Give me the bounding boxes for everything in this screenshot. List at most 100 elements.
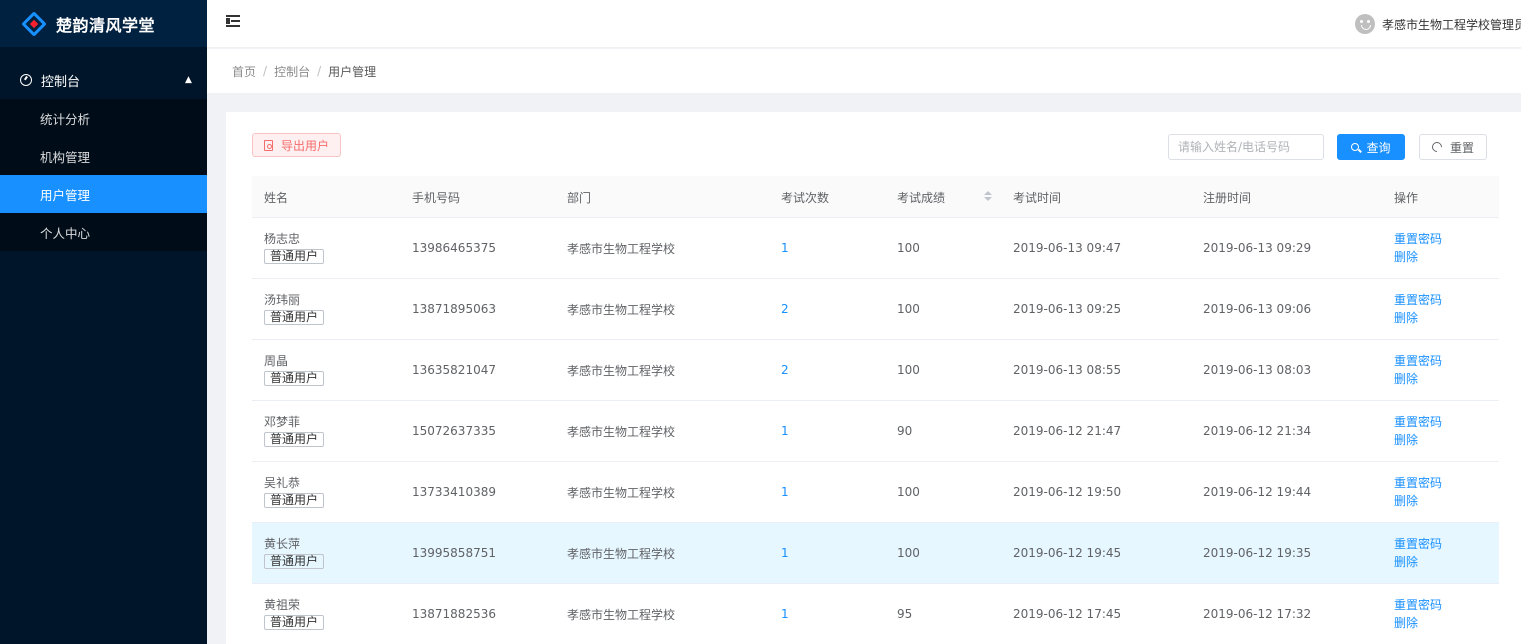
register-time-cell: 2019-06-12 19:44: [1203, 485, 1312, 499]
logo[interactable]: 楚韵清风学堂: [0, 0, 207, 47]
exam-time-cell: 2019-06-12 19:45: [1013, 546, 1122, 560]
exam-count-link[interactable]: 1: [781, 401, 789, 461]
top-header: 孝感市生物工程学校管理员: [207, 0, 1521, 48]
role-tag: 普通用户: [264, 493, 325, 508]
sidebar-item-label: 机构管理: [40, 149, 91, 165]
delete-link[interactable]: 删除: [1394, 431, 1418, 449]
query-label: 查询: [1366, 140, 1391, 155]
sidebar-item-organizations[interactable]: 机构管理: [0, 137, 207, 175]
reset-password-link[interactable]: 重置密码: [1394, 596, 1442, 614]
exam-count-link[interactable]: 1: [781, 584, 789, 644]
avatar-icon: [1355, 14, 1375, 34]
name-cell: 黄祖荣 普通用户: [264, 584, 325, 644]
user-menu[interactable]: 孝感市生物工程学校管理员: [1355, 14, 1521, 34]
score-cell: 100: [897, 546, 920, 560]
reset-password-link[interactable]: 重置密码: [1394, 535, 1442, 553]
export-users-button[interactable]: 导出用户: [252, 133, 342, 157]
reset-password-link[interactable]: 重置密码: [1394, 352, 1442, 370]
sidebar-item-label: 个人中心: [40, 225, 91, 241]
sidebar-item-label: 统计分析: [40, 111, 91, 127]
pdf-file-icon: [264, 139, 273, 151]
register-time-cell: 2019-06-13 08:03: [1203, 363, 1312, 377]
phone-cell: 15072637335: [412, 424, 496, 438]
column-header-score[interactable]: 考试成绩: [897, 176, 945, 218]
name-cell: 邓梦菲 普通用户: [264, 401, 325, 461]
delete-link[interactable]: 删除: [1394, 309, 1418, 327]
sort-icon[interactable]: [984, 191, 992, 203]
query-button[interactable]: 查询: [1337, 134, 1405, 160]
table-body: 杨志忠普通用户 13986465375 孝感市生物工程学校 1 100 2019-06-1…: [252, 218, 1499, 644]
exam-count-link[interactable]: 1: [781, 523, 789, 583]
sidebar-item-statistics[interactable]: 统计分析: [0, 99, 207, 137]
table-row: 周晶 普通用户 13635821047 孝感市生物工程学校 2 100 2019-06-13…: [252, 340, 1499, 401]
actions-cell: 重置密码 删除: [1394, 462, 1442, 522]
exam-time-cell: 2019-06-12 17:45: [1013, 607, 1122, 621]
exam-time-cell: 2019-06-13 09:47: [1013, 241, 1122, 255]
actions-cell: 重置密码 删除: [1394, 340, 1442, 400]
score-cell: 100: [897, 241, 920, 255]
exam-count-link[interactable]: 1: [781, 462, 789, 522]
delete-link[interactable]: 删除: [1394, 492, 1418, 510]
table-row: 邓梦菲 普通用户 15072637335 孝感市生物工程学校 1 90 2019-06-12…: [252, 401, 1499, 462]
table-row: 汤玮丽 普通用户 13871895063 孝感市生物工程学校 2 100 2019-06-1…: [252, 279, 1499, 340]
reset-button[interactable]: 重置: [1419, 134, 1487, 160]
department-cell: 孝感市生物工程学校: [567, 546, 676, 561]
reset-password-link[interactable]: 重置密码: [1394, 291, 1442, 309]
actions-cell: 重置密码 删除: [1394, 523, 1442, 583]
role-tag: 普通用户: [264, 615, 325, 630]
reset-password-link[interactable]: 重置密码: [1394, 413, 1442, 431]
actions-cell: 重置密码 删除: [1394, 584, 1442, 644]
breadcrumb-current: 用户管理: [328, 64, 377, 79]
name-cell: 黄长萍 普通用户: [264, 523, 325, 583]
exam-count-link[interactable]: 2: [781, 279, 789, 339]
column-header-exam-time: 考试时间: [1013, 190, 1062, 205]
user-name-text: 吴礼恭: [264, 476, 301, 490]
user-name: 孝感市生物工程学校管理员: [1382, 17, 1521, 32]
delete-link[interactable]: 删除: [1394, 370, 1418, 388]
user-name-text: 邓梦菲: [264, 415, 301, 429]
column-header-phone: 手机号码: [412, 190, 461, 205]
users-table: 姓名 手机号码 部门 考试次数 考试成绩 考试时间 注册时间 操作 杨志忠 普通用…: [252, 176, 1499, 644]
delete-link[interactable]: 删除: [1394, 248, 1418, 266]
user-name-text: 杨志忠: [264, 232, 301, 246]
user-name-text: 黄祖荣: [264, 598, 301, 612]
register-time-cell: 2019-06-12 19:35: [1203, 546, 1312, 560]
exam-time-cell: 2019-06-13 09:25: [1013, 302, 1122, 316]
phone-cell: 13986465375: [412, 241, 496, 255]
search-input[interactable]: [1168, 134, 1324, 160]
user-name-text: 周晶: [264, 354, 289, 368]
role-tag: 普通用户: [264, 554, 325, 569]
name-cell: 杨志忠 普通用户: [264, 218, 325, 278]
score-cell: 100: [897, 363, 920, 377]
exam-count-link[interactable]: 1: [781, 218, 789, 278]
logo-diamond-icon: [21, 10, 47, 37]
reset-password-link[interactable]: 重置密码: [1394, 474, 1442, 492]
actions-cell: 重置密码 删除: [1394, 218, 1442, 278]
actions-cell: 重置密码 删除: [1394, 401, 1442, 461]
delete-link[interactable]: 删除: [1394, 614, 1418, 632]
search-icon: [1351, 143, 1360, 151]
table-row: 吴礼恭 普通用户 13733410389 孝感市生物工程学校 1 100 2019-06-1…: [252, 462, 1499, 523]
menu-fold-icon[interactable]: [226, 14, 242, 28]
dashboard-icon: [20, 74, 32, 86]
exam-time-cell: 2019-06-12 21:47: [1013, 424, 1122, 438]
sidebar-item-users[interactable]: 用户管理: [0, 175, 207, 213]
name-cell: 汤玮丽 普通用户: [264, 279, 325, 339]
role-tag: 普通用户: [264, 249, 325, 264]
sidebar-item-profile[interactable]: 个人中心: [0, 213, 207, 251]
role-tag: 普通用户: [264, 432, 325, 447]
department-cell: 孝感市生物工程学校: [567, 363, 676, 378]
reset-password-link[interactable]: 重置密码: [1394, 230, 1442, 248]
menu-group-dashboard[interactable]: 控制台 ▲: [0, 61, 207, 99]
column-header-actions: 操作: [1394, 190, 1419, 205]
exam-count-link[interactable]: 2: [781, 340, 789, 400]
breadcrumb-home[interactable]: 首页: [232, 63, 256, 80]
phone-cell: 13995858751: [412, 546, 496, 560]
column-header-department: 部门: [567, 190, 592, 205]
department-cell: 孝感市生物工程学校: [567, 241, 676, 256]
department-cell: 孝感市生物工程学校: [567, 607, 676, 622]
breadcrumb-dashboard[interactable]: 控制台: [274, 63, 310, 80]
exam-time-cell: 2019-06-12 19:50: [1013, 485, 1122, 499]
delete-link[interactable]: 删除: [1394, 553, 1418, 571]
column-header-register-time: 注册时间: [1203, 190, 1252, 205]
